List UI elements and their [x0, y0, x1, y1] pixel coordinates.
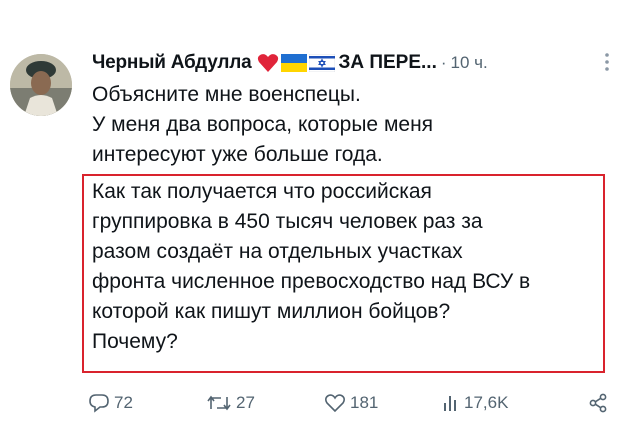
tweet-header: Черный Абдулла ЗА ПЕРЕ... · 10 ч. [92, 48, 616, 78]
view-count: 17,6K [464, 393, 509, 412]
display-name[interactable]: Черный Абдулла [92, 52, 252, 74]
avatar[interactable] [10, 54, 72, 116]
heart-emoji-icon [258, 54, 279, 72]
more-icon[interactable] [604, 52, 610, 72]
like-button[interactable]: 181 [324, 393, 442, 413]
ukraine-flag-icon [281, 54, 308, 72]
share-icon [589, 393, 607, 413]
text-line: Объясните мне военспецы. [92, 83, 361, 106]
like-icon [325, 394, 345, 413]
separator: · [440, 53, 447, 72]
text-line: которой как пишут миллион бойцов? [92, 300, 451, 323]
reply-count: 72 [114, 393, 133, 412]
views-icon [444, 396, 456, 411]
text-line: группировка в 450 тысяч человек раз за [92, 210, 483, 233]
timestamp[interactable]: 10 ч. [451, 53, 488, 73]
repost-button[interactable]: 27 [206, 393, 324, 413]
text-line: фронта численное превосходство над ВСУ в [92, 270, 531, 293]
repost-icon [207, 395, 231, 411]
text-line: Как так получается что российская [92, 180, 432, 203]
tweet-text-intro: Объясните мне военспецы. У меня два вопр… [92, 80, 612, 170]
share-button[interactable] [588, 393, 608, 413]
like-count: 181 [350, 393, 379, 412]
text-line: Почему? [92, 330, 178, 353]
display-name-tail: ЗА ПЕРЕ... [338, 52, 437, 73]
text-line: У меня два вопроса, которые меня [92, 113, 434, 136]
israel-flag-icon [309, 54, 336, 72]
text-line: интересуют уже больше года. [92, 143, 383, 166]
text-line: разом создаёт на отдельных участках [92, 240, 463, 263]
tweet-text-highlighted: Как так получается что российская группи… [92, 177, 612, 357]
repost-count: 27 [236, 393, 255, 412]
name-emojis [257, 53, 336, 73]
reply-button[interactable]: 72 [88, 393, 206, 413]
views-button[interactable]: 17,6K [442, 393, 572, 413]
reply-icon [89, 394, 109, 413]
action-bar: 72 27 181 17,6K [88, 388, 608, 418]
